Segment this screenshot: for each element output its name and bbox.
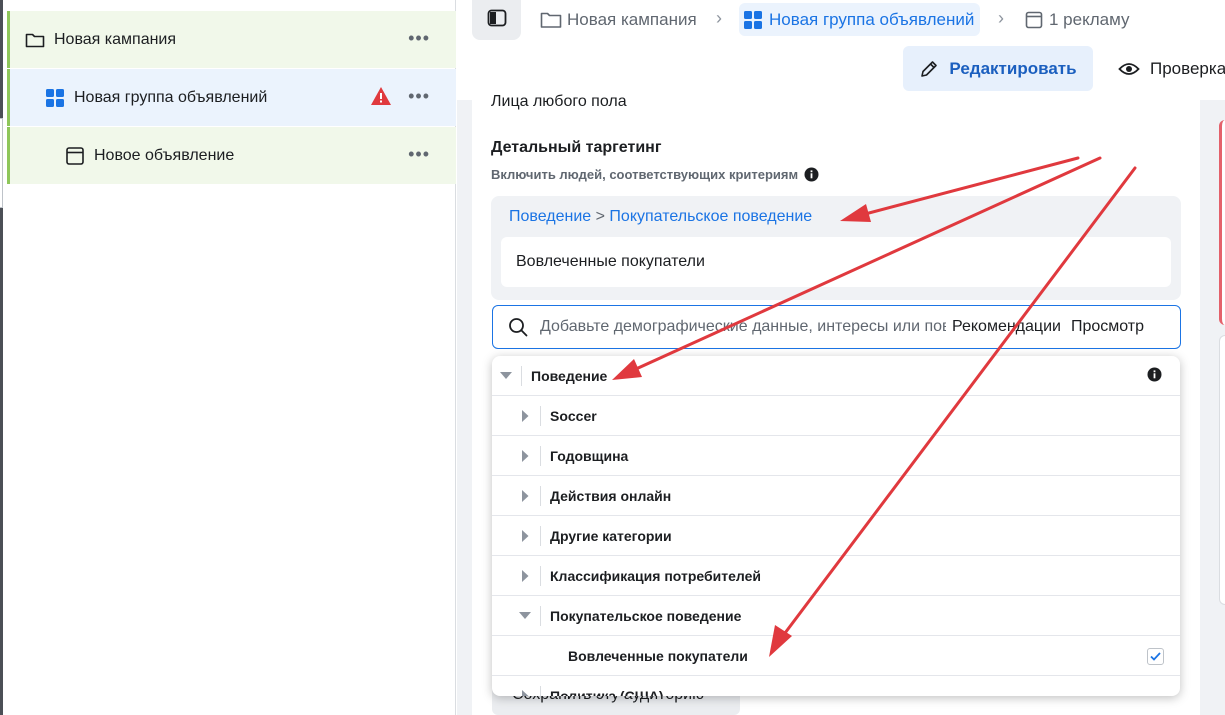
path-separator: > bbox=[595, 208, 605, 225]
right-panel-card bbox=[1219, 335, 1225, 605]
dropdown-subitem-row[interactable]: Вовлеченные покупатели bbox=[492, 636, 1180, 676]
path-parent-link[interactable]: Поведение bbox=[509, 208, 591, 225]
browse-link[interactable]: Просмотр bbox=[1071, 318, 1144, 336]
ad-window-icon bbox=[1025, 11, 1043, 29]
tree-item-label: Новая группа объявлений bbox=[74, 88, 268, 106]
chevron-right-icon: › bbox=[716, 8, 722, 28]
folder-icon bbox=[24, 30, 46, 50]
right-panel-error-card bbox=[1219, 120, 1225, 325]
browse-dropdown: Поведение Soccer Годовщина Действия онла… bbox=[492, 356, 1180, 696]
divider bbox=[521, 365, 522, 386]
divider bbox=[540, 605, 541, 626]
pencil-icon bbox=[919, 59, 939, 79]
more-options-button[interactable]: ••• bbox=[408, 29, 430, 47]
dropdown-category-row[interactable]: Действия онлайн bbox=[492, 476, 1180, 516]
selected-targeting-path: Поведение > Покупательское поведение bbox=[509, 208, 812, 226]
tree-item-campaign[interactable]: Новая кампания ••• bbox=[7, 11, 456, 68]
grid-icon bbox=[743, 10, 763, 30]
subitem-checkbox[interactable] bbox=[1147, 648, 1164, 665]
folder-icon bbox=[540, 11, 562, 29]
targeting-search-box: Рекомендации Просмотр bbox=[492, 305, 1181, 349]
caret-right-icon bbox=[519, 569, 531, 582]
tree-item-label: Новая кампания bbox=[54, 30, 177, 48]
dropdown-root-row[interactable]: Поведение bbox=[492, 356, 1180, 396]
more-options-button[interactable]: ••• bbox=[408, 145, 430, 163]
targeting-search-input[interactable] bbox=[540, 318, 946, 336]
grid-icon bbox=[44, 88, 66, 108]
breadcrumb-label: 1 рекламу bbox=[1049, 9, 1130, 29]
subtitle-text: Включить людей, соответствующих критерия… bbox=[491, 167, 799, 182]
preview-button-label: Проверка bbox=[1150, 58, 1225, 78]
info-icon[interactable] bbox=[804, 167, 819, 182]
dropdown-category-row[interactable]: Классификация потребителей bbox=[492, 556, 1180, 596]
collapse-handle[interactable] bbox=[0, 118, 3, 208]
suggestions-link[interactable]: Рекомендации bbox=[952, 318, 1061, 336]
sidebar-toggle-icon bbox=[487, 9, 507, 32]
more-options-button[interactable]: ••• bbox=[408, 87, 430, 105]
caret-down-icon bbox=[500, 370, 512, 382]
tree-item-adset[interactable]: Новая группа объявлений ••• bbox=[7, 69, 456, 126]
caret-right-icon bbox=[519, 489, 531, 502]
warning-icon bbox=[370, 86, 392, 111]
dropdown-subitem-label: Вовлеченные покупатели bbox=[568, 647, 748, 664]
dropdown-category-label: Soccer bbox=[550, 407, 597, 424]
dropdown-category-row[interactable]: Политика (США) bbox=[492, 676, 1180, 696]
check-icon bbox=[1150, 652, 1161, 661]
info-icon[interactable] bbox=[1147, 367, 1162, 387]
edit-button[interactable]: Редактировать bbox=[903, 46, 1093, 91]
breadcrumb-campaign[interactable]: Новая кампания bbox=[540, 3, 697, 36]
gender-summary: Лица любого пола bbox=[491, 93, 627, 110]
path-child-link[interactable]: Покупательское поведение bbox=[609, 208, 812, 225]
dropdown-category-row[interactable]: Другие категории bbox=[492, 516, 1180, 556]
eye-icon bbox=[1118, 61, 1140, 77]
breadcrumb-ad[interactable]: 1 рекламу bbox=[1025, 3, 1129, 36]
tree-item-label: Новое объявление bbox=[94, 146, 235, 164]
dropdown-category-row[interactable]: Soccer bbox=[492, 396, 1180, 436]
breadcrumb-label: Новая кампания bbox=[567, 9, 697, 29]
edit-button-label: Редактировать bbox=[949, 58, 1077, 78]
ad-window-icon bbox=[64, 146, 86, 166]
breadcrumb-adset[interactable]: Новая группа объявлений bbox=[739, 3, 981, 36]
dropdown-category-label: Классификация потребителей bbox=[550, 567, 761, 584]
toggle-sidebar-button[interactable] bbox=[472, 0, 521, 40]
dropdown-root-label: Поведение bbox=[531, 367, 608, 384]
dropdown-category-label: Действия онлайн bbox=[550, 487, 672, 504]
left-edge-bar bbox=[0, 0, 3, 715]
campaign-tree-panel: Новая кампания ••• Новая группа объявлен… bbox=[0, 0, 456, 715]
dropdown-category-label: Покупательское поведение bbox=[550, 607, 742, 624]
detailed-targeting-title: Детальный таргетинг bbox=[491, 139, 662, 156]
caret-right-icon bbox=[519, 690, 531, 696]
caret-down-icon bbox=[519, 610, 531, 622]
dropdown-category-label: Другие категории bbox=[550, 527, 672, 544]
divider bbox=[540, 525, 541, 546]
caret-right-icon bbox=[519, 409, 531, 422]
breadcrumb-label: Новая группа объявлений bbox=[769, 9, 975, 29]
caret-right-icon bbox=[519, 449, 531, 462]
dropdown-category-label: Политика (США) bbox=[550, 688, 664, 696]
search-icon bbox=[508, 317, 528, 337]
divider bbox=[540, 686, 541, 696]
dropdown-category-label: Годовщина bbox=[550, 447, 629, 464]
caret-right-icon bbox=[519, 529, 531, 542]
dropdown-category-row-expanded[interactable]: Покупательское поведение bbox=[492, 596, 1180, 636]
chevron-right-icon: › bbox=[998, 8, 1004, 28]
preview-button[interactable]: Проверка bbox=[1118, 46, 1225, 91]
divider bbox=[540, 485, 541, 506]
selected-targeting-item[interactable]: Вовлеченные покупатели bbox=[501, 237, 1171, 287]
divider bbox=[540, 565, 541, 586]
dropdown-category-row[interactable]: Годовщина bbox=[492, 436, 1180, 476]
divider bbox=[540, 405, 541, 426]
divider bbox=[540, 445, 541, 466]
detailed-targeting-subtitle: Включить людей, соответствующих критерия… bbox=[491, 167, 819, 182]
tree-item-ad[interactable]: Новое объявление ••• bbox=[7, 127, 456, 184]
